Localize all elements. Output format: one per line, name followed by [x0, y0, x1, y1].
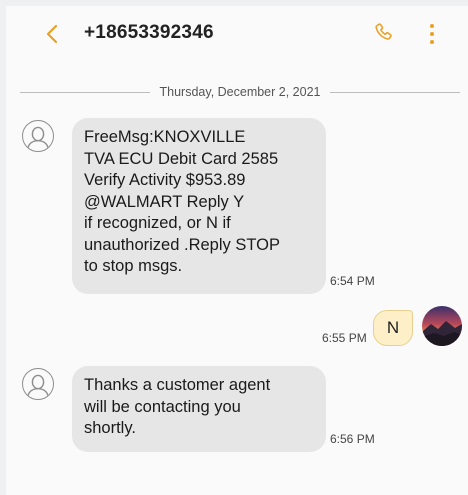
message-timestamp: 6:55 PM — [322, 331, 367, 345]
more-options-button[interactable] — [424, 20, 440, 48]
contact-avatar[interactable] — [22, 368, 54, 400]
contact-avatar-icon — [27, 126, 49, 148]
profile-photo-icon — [422, 306, 462, 346]
date-divider-text: Thursday, December 2, 2021 — [159, 85, 321, 99]
contact-avatar[interactable] — [22, 120, 54, 152]
divider-line — [20, 91, 150, 93]
divider-line — [330, 91, 460, 93]
back-button[interactable] — [42, 22, 62, 46]
message-timestamp: 6:56 PM — [330, 432, 375, 446]
contact-number: +18653392346 — [84, 22, 214, 43]
messaging-screen: +18653392346 Thursday, December 2, 2021 … — [6, 6, 468, 495]
contact-avatar-icon — [27, 374, 49, 396]
message-timestamp: 6:54 PM — [330, 274, 375, 288]
call-button[interactable] — [372, 20, 396, 46]
more-options-icon — [430, 24, 434, 28]
user-avatar[interactable] — [422, 306, 462, 346]
incoming-message-bubble[interactable]: FreeMsg:KNOXVILLE TVA ECU Debit Card 258… — [72, 118, 326, 294]
back-arrow-icon — [46, 24, 58, 44]
date-divider: Thursday, December 2, 2021 — [20, 84, 460, 100]
outgoing-message-bubble[interactable]: N — [373, 310, 413, 346]
incoming-message-bubble[interactable]: Thanks a customer agent will be contacti… — [72, 366, 326, 452]
phone-icon — [375, 23, 392, 40]
app-bar: +18653392346 — [6, 6, 468, 62]
